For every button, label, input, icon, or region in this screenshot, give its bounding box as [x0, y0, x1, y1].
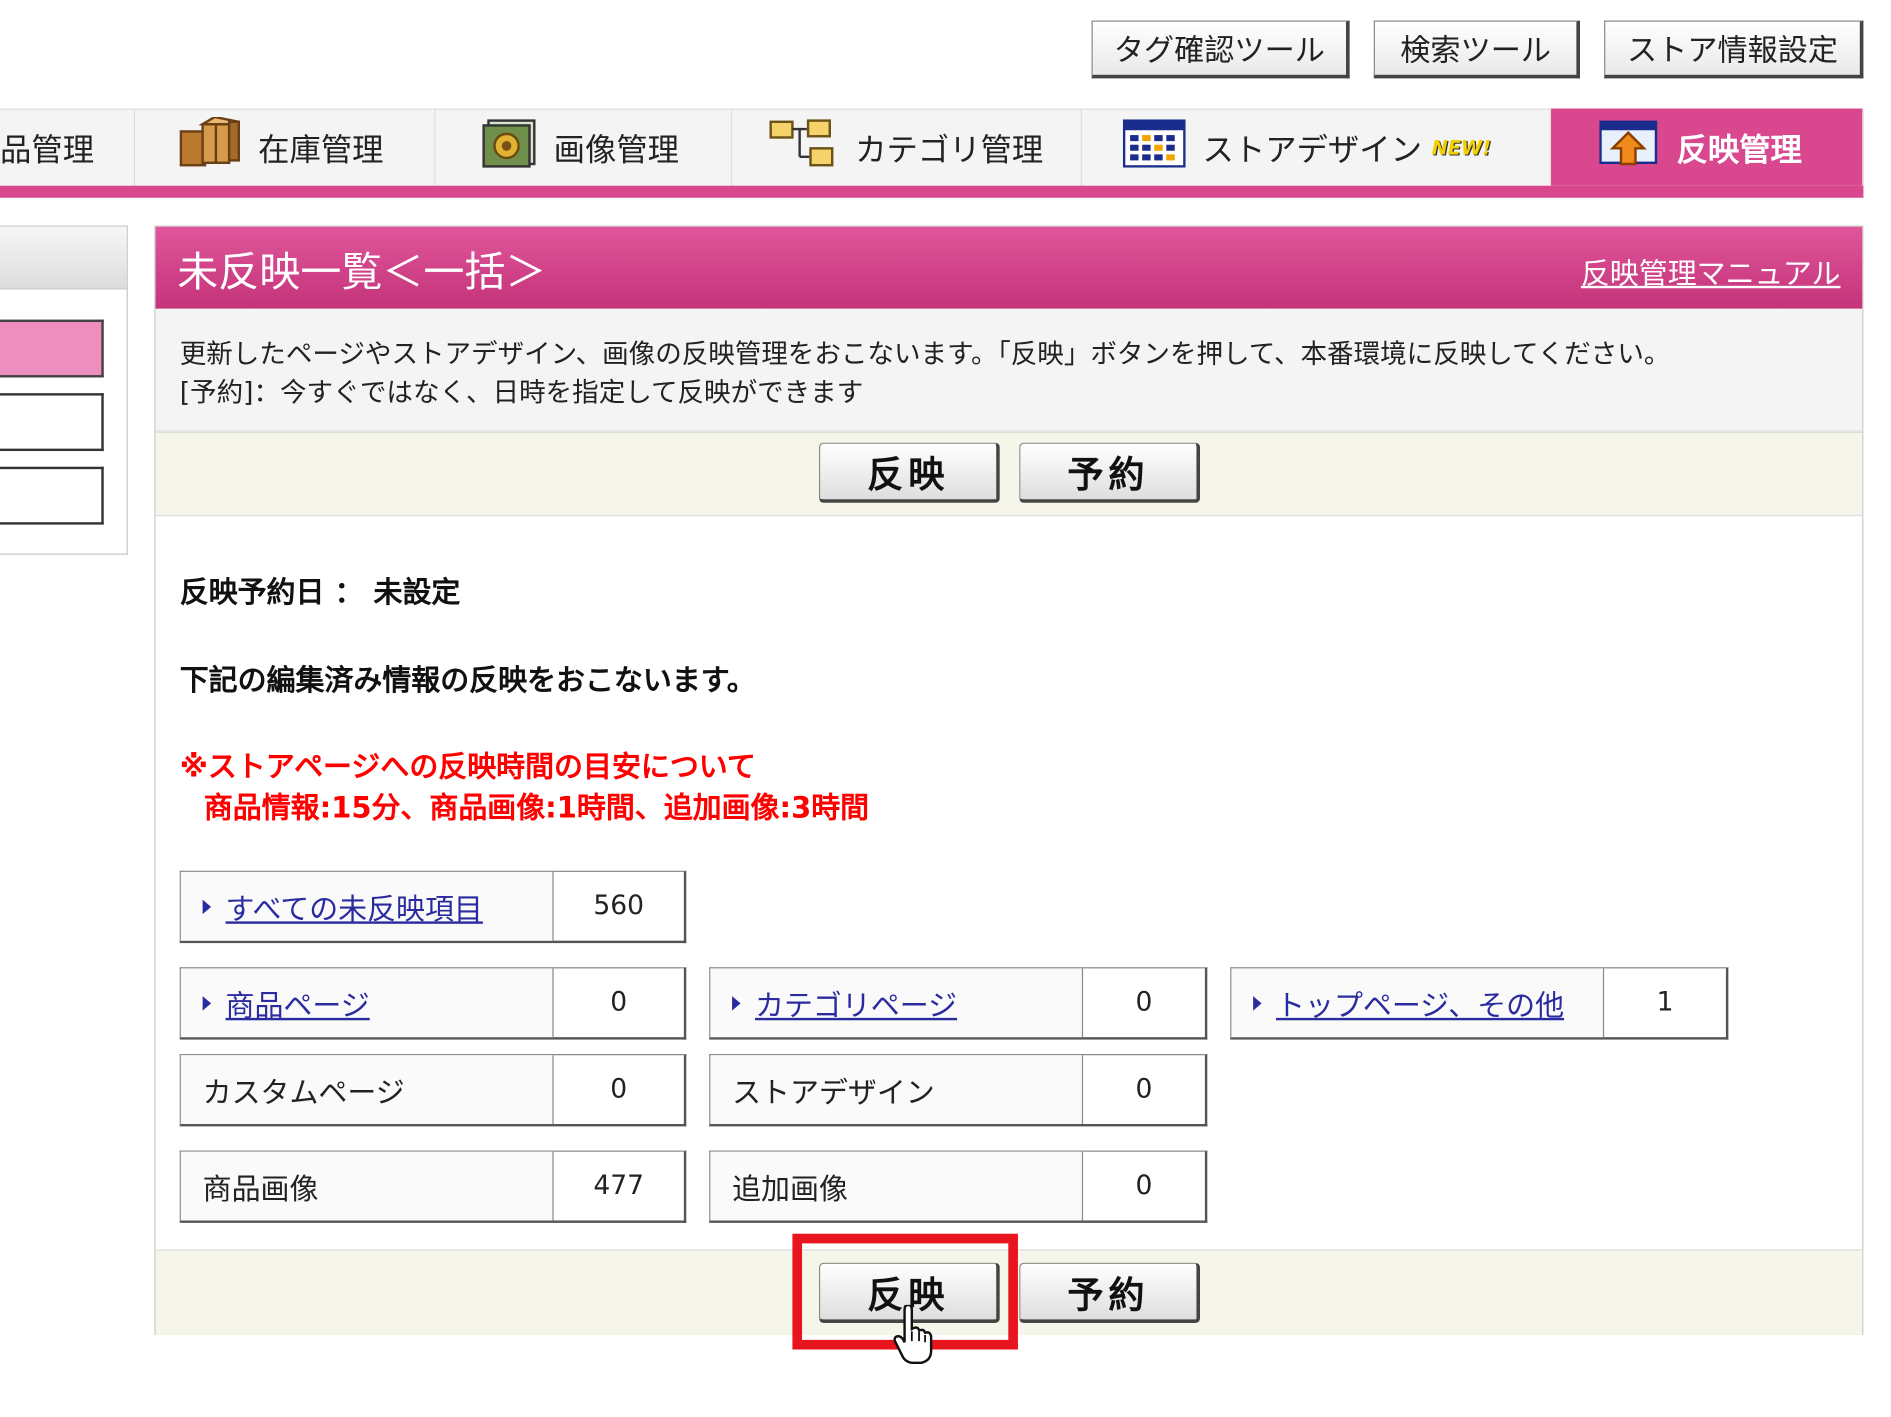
stat-label-cell: カテゴリページ — [710, 968, 1084, 1038]
top-page-link[interactable]: トップページ、その他 — [1276, 982, 1564, 1024]
tag-check-tool-button[interactable]: タグ確認ツール — [1091, 20, 1350, 79]
description-area: 更新したページやストアデザイン、画像の反映管理をおこないます。「反映」ボタンを押… — [155, 308, 1863, 432]
stat-label: ストアデザイン — [710, 1055, 1084, 1124]
layout-icon — [1122, 118, 1186, 176]
stat-value: 0 — [1135, 1074, 1153, 1105]
tab-label: 在庫管理 — [258, 132, 384, 169]
warning-detail: 商品情報:15分、商品画像:1時間、追加画像:3時間 — [203, 791, 870, 825]
description-text: 更新したページやストアデザイン、画像の反映管理をおこないます。「反映」ボタンを押… — [179, 340, 1671, 371]
panel-header: 未反映一覧＜一括＞ 反映管理マニュアル — [155, 226, 1863, 309]
tab-image-management[interactable]: 画像管理 — [435, 108, 733, 186]
stat-value: 0 — [1135, 1171, 1153, 1202]
tab-label: ストアデザイン — [1202, 132, 1423, 169]
tab-product-management[interactable]: 品管理 — [0, 108, 136, 186]
stat-value: 0 — [610, 1074, 628, 1105]
new-badge: NEW! — [1431, 135, 1492, 159]
stat-label-cell: 商品ページ — [180, 968, 554, 1038]
image-icon — [481, 118, 536, 177]
tab-label: 反映管理 — [1676, 132, 1802, 169]
warning-title: ※ストアページへの反映時間の目安について — [179, 750, 756, 784]
sidebar-item[interactable] — [0, 466, 104, 525]
stat-label: カスタムページ — [180, 1055, 554, 1124]
arrow-right-icon — [1253, 995, 1262, 1011]
sidebar-item-active[interactable] — [0, 319, 104, 378]
apply-notice: 下記の編集済み情報の反映をおこないます。 — [179, 663, 756, 698]
tab-label: 画像管理 — [553, 132, 680, 169]
stat-value: 1 — [1656, 987, 1674, 1018]
folder-tree-icon — [768, 116, 838, 178]
stat-product-image: 商品画像 477 — [179, 1150, 687, 1223]
store-settings-button[interactable]: ストア情報設定 — [1604, 20, 1864, 79]
stat-custom-page: カスタムページ 0 — [179, 1054, 687, 1127]
boxes-icon — [176, 115, 241, 178]
manual-link[interactable]: 反映管理マニュアル — [1581, 250, 1841, 292]
sidebar-header — [0, 226, 127, 290]
tab-store-design[interactable]: ストアデザイン NEW! — [1082, 108, 1552, 186]
stat-value: 477 — [593, 1171, 645, 1202]
arrow-right-icon — [202, 995, 212, 1011]
page-title: 未反映一覧＜一括＞ — [177, 248, 547, 297]
stat-label: 商品画像 — [180, 1151, 554, 1221]
reservation-hint: [予約]：今すぐではなく、日時を指定して反映ができます — [179, 378, 864, 409]
arrow-right-icon — [732, 995, 741, 1011]
stat-store-design: ストアデザイン 0 — [709, 1054, 1208, 1127]
tab-category-management[interactable]: カテゴリ管理 — [732, 108, 1082, 186]
category-page-link[interactable]: カテゴリページ — [755, 982, 957, 1024]
hand-cursor-icon — [893, 1303, 936, 1370]
stat-top-page: トップページ、その他 1 — [1230, 967, 1729, 1040]
main-panel: 未反映一覧＜一括＞ 反映管理マニュアル 更新したページやストアデザイン、画像の反… — [154, 225, 1864, 1336]
reservation-date: 反映予約日 ： 未設定 — [179, 575, 461, 610]
tab-label: 品管理 — [0, 132, 95, 169]
top-action-bar: 反映 予約 — [155, 431, 1863, 517]
page-stage: タグ確認ツール 検索ツール ストア情報設定 品管理 在庫管理 画像管理 カテゴリ… — [0, 0, 1891, 1417]
tab-reflection-management[interactable]: 反映管理 — [1551, 108, 1864, 186]
stat-value: 560 — [593, 891, 645, 922]
product-page-link[interactable]: 商品ページ — [226, 982, 370, 1024]
sidebar — [0, 225, 128, 555]
stat-label-cell: すべての未反映項目 — [180, 871, 554, 941]
stat-category-page: カテゴリページ 0 — [709, 967, 1208, 1040]
tab-label: カテゴリ管理 — [855, 132, 1044, 169]
stat-value: 0 — [610, 987, 628, 1018]
stat-value: 0 — [1135, 987, 1153, 1018]
apply-button-top[interactable]: 反映 — [818, 442, 1000, 503]
stat-product-page: 商品ページ 0 — [179, 967, 687, 1040]
upload-icon — [1599, 118, 1659, 177]
nav-underline — [0, 185, 1864, 198]
sidebar-item[interactable] — [0, 393, 104, 452]
stat-all-unreflected: すべての未反映項目 560 — [179, 870, 687, 944]
stat-label-cell: トップページ、その他 — [1231, 968, 1605, 1038]
search-tool-button[interactable]: 検索ツール — [1373, 20, 1580, 79]
reserve-button-top[interactable]: 予約 — [1019, 442, 1201, 503]
reserve-button-bottom[interactable]: 予約 — [1019, 1262, 1201, 1323]
arrow-right-icon — [202, 899, 212, 914]
stat-label: 追加画像 — [710, 1151, 1084, 1221]
stat-additional-image: 追加画像 0 — [709, 1150, 1208, 1223]
all-unreflected-link[interactable]: すべての未反映項目 — [226, 885, 483, 927]
tab-inventory[interactable]: 在庫管理 — [135, 108, 436, 186]
